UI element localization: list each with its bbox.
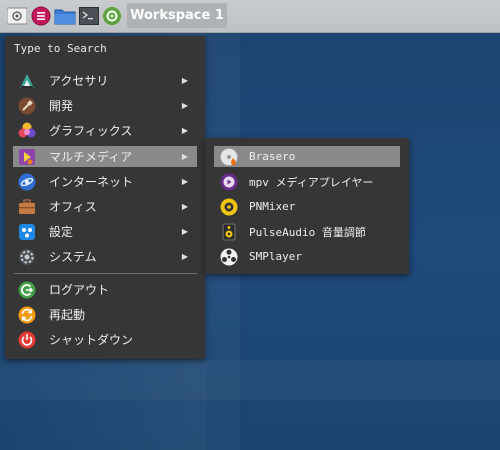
menu-item-multimedia[interactable]: マルチメディア ▶ xyxy=(13,146,197,167)
top-panel: Workspace 1 xyxy=(0,0,500,33)
menu-item-logout[interactable]: ログアウト xyxy=(13,279,197,300)
system-icon xyxy=(17,247,37,267)
submenu-item-label: Brasero xyxy=(249,150,296,163)
pulseaudio-icon xyxy=(219,222,239,242)
menu-item-label: システム xyxy=(49,250,97,264)
workspace-button[interactable]: Workspace 1 xyxy=(127,3,227,28)
search-prompt[interactable]: Type to Search xyxy=(14,42,107,55)
submenu-item-label: SMPlayer xyxy=(249,250,302,263)
chevron-right-icon: ▶ xyxy=(181,101,188,110)
shutdown-icon xyxy=(17,330,37,350)
submenu-item-label: mpv メディアプレイヤー xyxy=(249,175,374,189)
chevron-right-icon: ▶ xyxy=(181,76,188,85)
application-menu: Type to Search アクセサリ ▶ 開発 ▶ グラフィックス ▶ マル… xyxy=(5,36,205,359)
menu-item-office[interactable]: オフィス ▶ xyxy=(13,196,197,217)
internet-icon xyxy=(17,172,37,192)
submenu-item-label: PulseAudio 音量調節 xyxy=(249,225,366,239)
chevron-right-icon: ▶ xyxy=(181,202,188,211)
menu-item-graphics[interactable]: グラフィックス ▶ xyxy=(13,120,197,141)
menu-item-label: 再起動 xyxy=(49,308,86,322)
menu-separator xyxy=(14,273,197,274)
app-menu-icon[interactable] xyxy=(6,5,28,27)
menu-item-accessories[interactable]: アクセサリ ▶ xyxy=(13,70,197,91)
menu-item-label: 開発 xyxy=(49,99,74,113)
chevron-right-icon: ▶ xyxy=(181,252,188,261)
accessories-icon xyxy=(17,71,37,91)
graphics-icon xyxy=(17,121,37,141)
chevron-right-icon: ▶ xyxy=(181,152,188,161)
restart-icon xyxy=(17,305,37,325)
menu-item-label: ログアウト xyxy=(49,283,110,297)
multimedia-submenu: Brasero mpv メディアプレイヤー PNMixer PulseAudio… xyxy=(205,138,409,274)
menu-item-label: シャットダウン xyxy=(49,333,134,347)
menu-item-internet[interactable]: インターネット ▶ xyxy=(13,171,197,192)
menu-item-label: マルチメディア xyxy=(49,150,133,164)
submenu-item-pulseaudio[interactable]: PulseAudio 音量調節 xyxy=(214,221,400,242)
folder-icon[interactable] xyxy=(54,5,76,27)
logout-icon xyxy=(17,280,37,300)
menu-item-development[interactable]: 開発 ▶ xyxy=(13,95,197,116)
whisker-menu-icon[interactable] xyxy=(30,5,52,27)
menu-item-restart[interactable]: 再起動 xyxy=(13,304,197,325)
development-icon xyxy=(17,96,37,116)
brasero-icon xyxy=(219,147,239,167)
submenu-item-brasero[interactable]: Brasero xyxy=(214,146,400,167)
settings-icon xyxy=(17,222,37,242)
submenu-item-label: PNMixer xyxy=(249,200,296,213)
settings-icon[interactable] xyxy=(101,5,123,27)
smplayer-icon xyxy=(219,247,239,267)
menu-item-label: オフィス xyxy=(49,200,97,214)
terminal-icon[interactable] xyxy=(78,5,100,27)
menu-item-label: インターネット xyxy=(49,175,134,189)
menu-item-system[interactable]: システム ▶ xyxy=(13,246,197,267)
office-icon xyxy=(17,197,37,217)
menu-item-shutdown[interactable]: シャットダウン xyxy=(13,329,197,350)
chevron-right-icon: ▶ xyxy=(181,126,188,135)
chevron-right-icon: ▶ xyxy=(181,177,188,186)
submenu-item-mpv[interactable]: mpv メディアプレイヤー xyxy=(214,171,400,192)
menu-item-settings[interactable]: 設定 ▶ xyxy=(13,221,197,242)
workspace-label: Workspace 1 xyxy=(130,8,224,23)
menu-item-label: 設定 xyxy=(49,225,74,239)
submenu-item-pnmixer[interactable]: PNMixer xyxy=(214,196,400,217)
mpv-icon xyxy=(219,172,239,192)
menu-item-label: グラフィックス xyxy=(49,124,133,138)
pnmixer-icon xyxy=(219,197,239,217)
submenu-item-smplayer[interactable]: SMPlayer xyxy=(214,246,400,267)
menu-item-label: アクセサリ xyxy=(49,74,109,88)
multimedia-icon xyxy=(17,147,37,167)
chevron-right-icon: ▶ xyxy=(181,227,188,236)
